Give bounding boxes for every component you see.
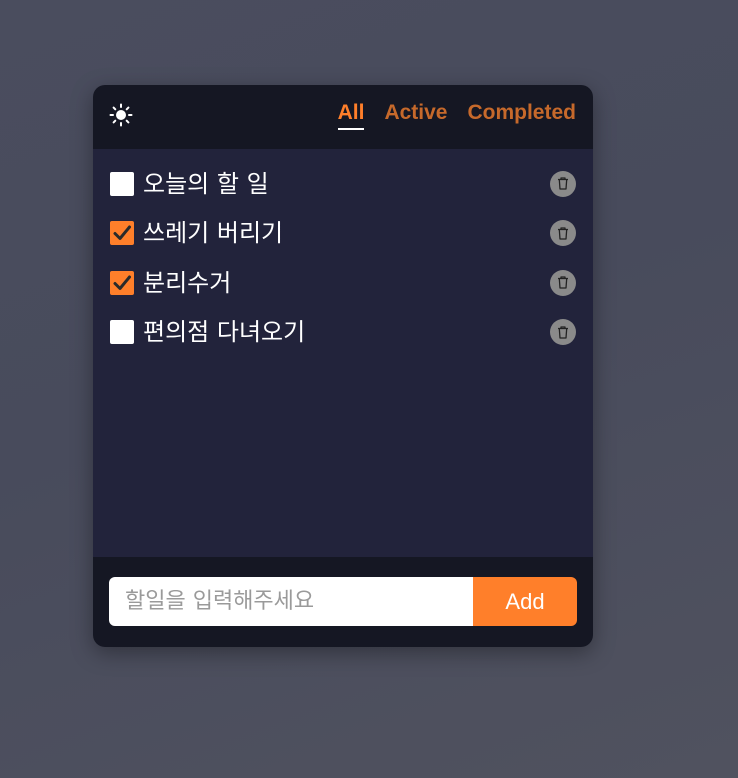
filter-completed[interactable]: Completed bbox=[467, 101, 576, 130]
trash-icon bbox=[558, 177, 568, 190]
todo-item: 쓰레기 버리기 bbox=[110, 209, 576, 259]
todo-list: 오늘의 할 일 쓰레기 버리기 분리수거 편의점 다녀오기 bbox=[93, 149, 593, 557]
todo-checkbox[interactable] bbox=[110, 270, 134, 295]
delete-button[interactable] bbox=[550, 220, 576, 247]
delete-button[interactable] bbox=[550, 319, 576, 346]
todo-app: All Active Completed 오늘의 할 일 쓰레기 버리기 분리수… bbox=[93, 85, 593, 647]
todo-text: 쓰레기 버리기 bbox=[143, 219, 284, 248]
trash-icon bbox=[558, 227, 568, 240]
todo-text: 편의점 다녀오기 bbox=[143, 318, 306, 347]
filter-active[interactable]: Active bbox=[384, 101, 447, 130]
todo-input[interactable] bbox=[109, 577, 473, 626]
todo-item: 오늘의 할 일 bbox=[110, 159, 576, 209]
filter-all[interactable]: All bbox=[337, 101, 365, 130]
sun-icon bbox=[109, 103, 133, 127]
theme-toggle-button[interactable] bbox=[108, 102, 134, 128]
todo-checkbox[interactable] bbox=[110, 221, 134, 246]
todo-item: 편의점 다녀오기 bbox=[110, 308, 576, 358]
todo-text: 오늘의 할 일 bbox=[143, 169, 269, 198]
app-header: All Active Completed bbox=[93, 85, 593, 149]
todo-item: 분리수거 bbox=[110, 258, 576, 308]
delete-button[interactable] bbox=[550, 269, 576, 296]
filter-tabs: All Active Completed bbox=[318, 101, 576, 130]
delete-button[interactable] bbox=[550, 170, 576, 197]
trash-icon bbox=[558, 276, 568, 289]
checkmark-icon bbox=[113, 225, 131, 241]
todo-text: 분리수거 bbox=[143, 268, 232, 297]
todo-checkbox[interactable] bbox=[110, 171, 134, 196]
add-button[interactable]: Add bbox=[473, 577, 577, 626]
checkmark-icon bbox=[113, 275, 131, 290]
add-todo-form: Add bbox=[93, 557, 593, 647]
todo-checkbox[interactable] bbox=[110, 320, 134, 345]
trash-icon bbox=[558, 326, 568, 339]
